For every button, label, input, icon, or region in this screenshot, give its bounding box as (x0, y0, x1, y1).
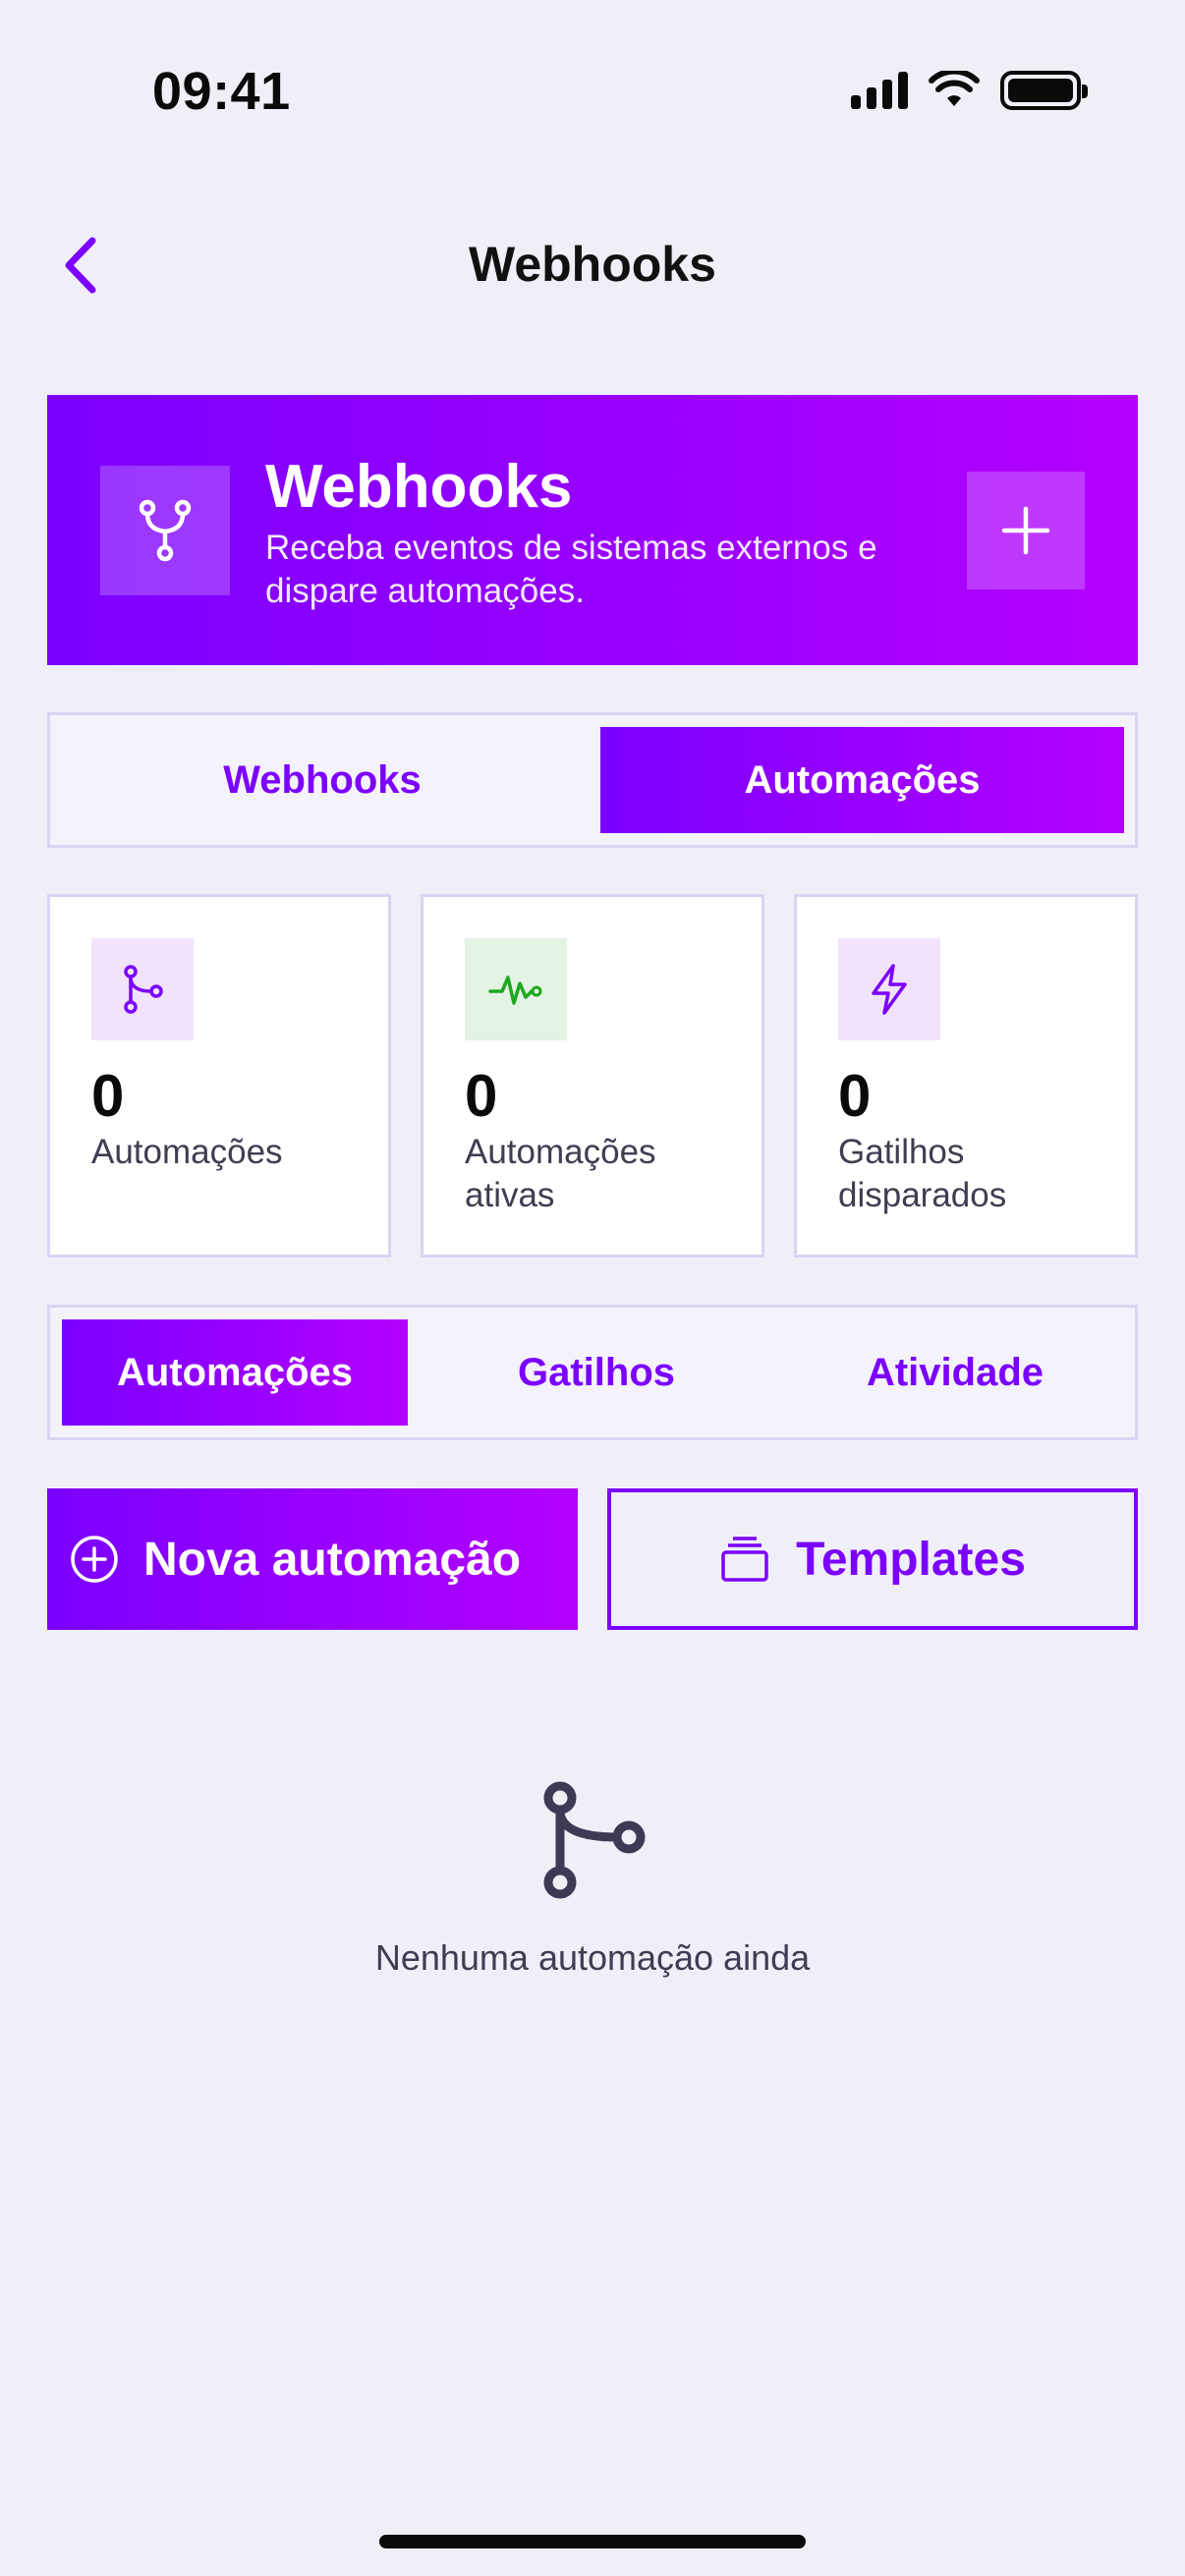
empty-state-text: Nenhuma automação ainda (374, 1937, 811, 1978)
status-time: 09:41 (152, 62, 291, 121)
stat-label: Automações ativas (465, 1133, 656, 1214)
hero-banner: Webhooks Receba eventos de sistemas exte… (47, 395, 1138, 665)
home-indicator (379, 2535, 806, 2548)
branch-icon (124, 965, 163, 1014)
stat-value: 0 (465, 1063, 498, 1129)
new-automation-button[interactable]: Nova automação (47, 1488, 578, 1630)
tab-automacoes-list[interactable]: Automações (62, 1319, 408, 1426)
webhook-icon (139, 499, 192, 562)
stat-label: Automações (91, 1133, 283, 1171)
add-webhook-button[interactable] (967, 472, 1085, 589)
plus-icon (1001, 506, 1050, 555)
stat-value: 0 (838, 1063, 872, 1129)
stat-card-automacoes-ativas: 0 Automações ativas (421, 894, 764, 1258)
empty-branch-icon (543, 1781, 646, 1899)
tab-webhooks[interactable]: Webhooks (62, 727, 583, 833)
stat-label: Gatilhos disparados (838, 1133, 1007, 1214)
hero-title: Webhooks (265, 453, 573, 521)
layers-icon (721, 1537, 768, 1582)
page-title: Webhooks (469, 237, 716, 292)
new-automation-label: Nova automação (143, 1533, 522, 1586)
stat-card-gatilhos-disparados: 0 Gatilhos disparados (794, 894, 1138, 1258)
stat-card-automacoes: 0 Automações (47, 894, 391, 1258)
battery-icon (1000, 71, 1088, 110)
zap-icon (872, 964, 907, 1015)
cellular-signal-icon (851, 72, 908, 109)
templates-label: Templates (796, 1533, 1026, 1586)
wifi-icon (929, 71, 980, 106)
stat-icon-box (838, 938, 940, 1040)
activity-icon (488, 976, 542, 1005)
hero-subtitle: Receba eventos de sistemas externos e di… (265, 529, 877, 610)
stat-value: 0 (91, 1063, 125, 1129)
tab-atividade[interactable]: Atividade (782, 1319, 1128, 1426)
tab-gatilhos[interactable]: Gatilhos (423, 1319, 769, 1426)
stat-icon-box (91, 938, 194, 1040)
tab-automacoes[interactable]: Automações (600, 727, 1124, 833)
main-tabs: Webhooks Automações (47, 712, 1138, 848)
sub-tabs: Automações Gatilhos Atividade (47, 1305, 1138, 1440)
status-icons (851, 71, 1088, 110)
hero-icon-box (100, 466, 230, 595)
plus-circle-icon (71, 1536, 118, 1583)
stat-icon-box (465, 938, 567, 1040)
templates-button[interactable]: Templates (607, 1488, 1138, 1630)
